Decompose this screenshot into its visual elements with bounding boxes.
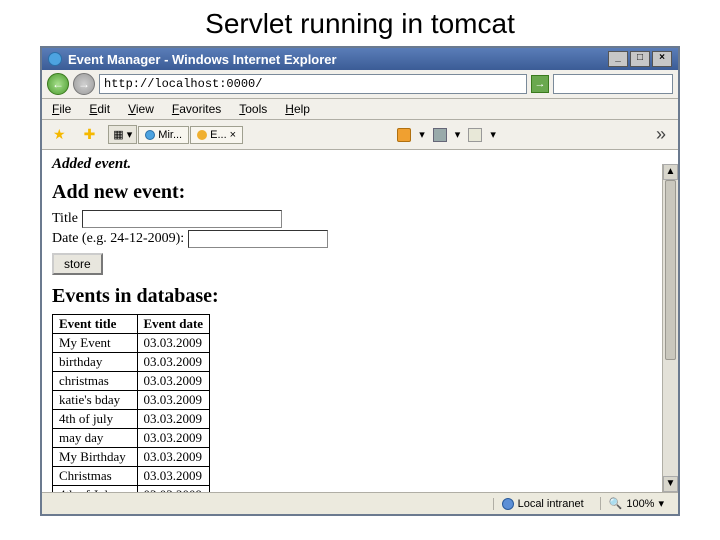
- tab-strip: ▦ ▾ Mir... E... ×: [108, 125, 243, 144]
- title-label: Title: [52, 211, 78, 227]
- scroll-up-icon[interactable]: ▲: [663, 164, 678, 180]
- cell-date: 03.03.2009: [137, 334, 210, 353]
- title-input[interactable]: [82, 210, 282, 228]
- toolbar-overflow[interactable]: »: [650, 124, 672, 145]
- ie-icon: [48, 52, 62, 66]
- table-row: My Birthday03.03.2009: [53, 448, 210, 467]
- cell-title: My Event: [53, 334, 138, 353]
- added-event-message: Added event.: [52, 156, 668, 173]
- cell-title: 4th of july: [53, 410, 138, 429]
- add-favorite-button[interactable]: ✚: [79, 123, 101, 146]
- cell-date: 03.03.2009: [137, 372, 210, 391]
- minimize-button[interactable]: _: [608, 51, 628, 67]
- tab-favicon-icon: [197, 130, 207, 140]
- tab-2-label: E... ×: [210, 129, 236, 141]
- globe-icon: [502, 498, 514, 510]
- table-row: christmas03.03.2009: [53, 372, 210, 391]
- titlebar: Event Manager - Windows Internet Explore…: [42, 48, 678, 70]
- quick-tabs-button[interactable]: ▦ ▾: [108, 125, 137, 144]
- table-row: Christmas03.03.2009: [53, 467, 210, 486]
- cell-date: 03.03.2009: [137, 391, 210, 410]
- cell-date: 03.03.2009: [137, 353, 210, 372]
- store-button[interactable]: store: [52, 253, 103, 275]
- cell-date: 03.03.2009: [137, 429, 210, 448]
- table-row: 4th of july03.03.2009: [53, 410, 210, 429]
- zone-label: Local intranet: [518, 498, 584, 510]
- page-content: Added event. Add new event: Title Date (…: [42, 150, 678, 496]
- browser-window: Event Manager - Windows Internet Explore…: [40, 46, 680, 516]
- menu-favorites[interactable]: Favorites: [172, 102, 221, 116]
- cell-title: christmas: [53, 372, 138, 391]
- menu-view[interactable]: View: [128, 102, 154, 116]
- events-table: Event title Event date My Event03.03.200…: [52, 314, 210, 496]
- menu-edit[interactable]: Edit: [89, 102, 110, 116]
- zoom-icon: 🔍: [609, 497, 623, 510]
- url-input[interactable]: http://localhost:0000/: [99, 74, 527, 94]
- cell-title: may day: [53, 429, 138, 448]
- star-icon: ★: [53, 126, 66, 143]
- status-bar: Local intranet 🔍 100% ▾: [42, 492, 678, 514]
- address-bar: ← → http://localhost:0000/ →: [42, 70, 678, 99]
- cell-date: 03.03.2009: [137, 467, 210, 486]
- scrollbar-thumb[interactable]: [665, 180, 676, 360]
- zoom-control[interactable]: 🔍 100% ▾: [600, 497, 672, 510]
- tab-2[interactable]: E... ×: [190, 126, 243, 144]
- date-label: Date (e.g. 24-12-2009):: [52, 231, 184, 247]
- scroll-down-icon[interactable]: ▼: [663, 476, 678, 492]
- cell-title: My Birthday: [53, 448, 138, 467]
- col-date: Event date: [137, 315, 210, 334]
- tab-favicon-icon: [145, 130, 155, 140]
- back-button[interactable]: ←: [47, 73, 69, 95]
- zoom-value: 100%: [626, 498, 654, 510]
- scrollbar[interactable]: ▲ ▼: [662, 164, 678, 492]
- cell-date: 03.03.2009: [137, 448, 210, 467]
- forward-button[interactable]: →: [73, 73, 95, 95]
- add-new-heading: Add new event:: [52, 181, 668, 204]
- date-input[interactable]: [188, 230, 328, 248]
- go-button[interactable]: →: [531, 75, 549, 93]
- events-heading: Events in database:: [52, 285, 668, 308]
- cell-date: 03.03.2009: [137, 410, 210, 429]
- star-plus-icon: ✚: [84, 126, 96, 143]
- table-row: katie's bday03.03.2009: [53, 391, 210, 410]
- cell-title: katie's bday: [53, 391, 138, 410]
- window-title: Event Manager - Windows Internet Explore…: [68, 52, 337, 67]
- page-icon[interactable]: [468, 128, 482, 142]
- table-row: birthday03.03.2009: [53, 353, 210, 372]
- tab-1-label: Mir...: [158, 129, 182, 141]
- tab-1[interactable]: Mir...: [138, 126, 189, 144]
- maximize-button[interactable]: □: [630, 51, 650, 67]
- table-row: My Event03.03.2009: [53, 334, 210, 353]
- cell-title: birthday: [53, 353, 138, 372]
- table-row: may day03.03.2009: [53, 429, 210, 448]
- slide-title: Servlet running in tomcat: [0, 0, 720, 46]
- security-zone: Local intranet: [493, 498, 592, 510]
- home-icon[interactable]: [397, 128, 411, 142]
- menu-tools[interactable]: Tools: [239, 102, 267, 116]
- favorites-button[interactable]: ★: [48, 123, 71, 146]
- cell-title: Christmas: [53, 467, 138, 486]
- toolbar: ★ ✚ ▦ ▾ Mir... E... × ▾ ▾ ▾ »: [42, 120, 678, 150]
- print-icon[interactable]: [433, 128, 447, 142]
- menu-help[interactable]: Help: [285, 102, 310, 116]
- menu-bar: File Edit View Favorites Tools Help: [42, 99, 678, 120]
- close-button[interactable]: ×: [652, 51, 672, 67]
- col-title: Event title: [53, 315, 138, 334]
- menu-file[interactable]: File: [52, 102, 71, 116]
- search-input[interactable]: [553, 74, 673, 94]
